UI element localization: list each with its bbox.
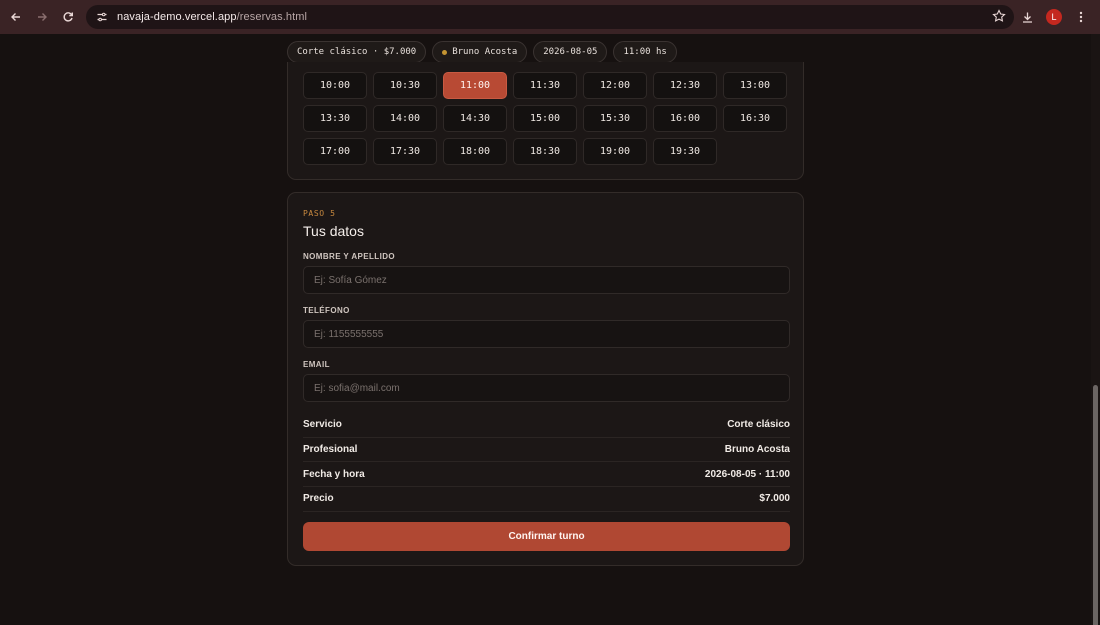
download-icon[interactable] — [1014, 4, 1040, 30]
page-scrollbar[interactable] — [1091, 34, 1100, 625]
forward-icon[interactable] — [29, 4, 55, 30]
name-label: NOMBRE Y APELLIDO — [303, 252, 395, 261]
time-slot[interactable]: 12:00 — [583, 72, 647, 99]
booking-summary: Servicio Corte clásico Profesional Bruno… — [303, 413, 790, 512]
time-slot[interactable]: 13:00 — [723, 72, 787, 99]
address-bar[interactable]: navaja-demo.vercel.app/reservas.html — [86, 5, 1014, 29]
time-slot-card: 10:00 10:30 11:00 11:30 12:00 12:30 13:00 13:30… — [287, 62, 804, 180]
service-chip: Corte clásico · $7.000 — [287, 41, 427, 63]
time-slot[interactable]: 15:00 — [513, 105, 577, 132]
summary-label: Precio — [303, 493, 334, 505]
time-slot[interactable]: 15:30 — [583, 105, 647, 132]
time-slot[interactable]: 10:30 — [373, 72, 437, 99]
summary-label: Fecha y hora — [303, 468, 365, 480]
time-slot[interactable]: 17:00 — [303, 138, 367, 165]
card-title: Tus datos — [303, 223, 364, 239]
summary-value: Corte clásico — [727, 419, 790, 431]
time-chip: 11:00 hs — [613, 41, 677, 63]
url-path: /reservas.html — [236, 11, 308, 23]
step-label: PASO 5 — [303, 209, 336, 218]
time-slot[interactable]: 19:30 — [653, 138, 717, 165]
site-settings-icon[interactable] — [90, 11, 114, 23]
browser-toolbar: navaja-demo.vercel.app/reservas.html L — [0, 0, 1100, 34]
scrollbar-thumb[interactable] — [1093, 385, 1098, 625]
summary-value: Bruno Acosta — [724, 444, 790, 456]
summary-row-datetime: Fecha y hora 2026-08-05 · 11:00 — [303, 462, 790, 488]
url-host: navaja-demo.vercel.app — [117, 11, 237, 23]
time-slot[interactable]: 11:30 — [513, 72, 577, 99]
barber-chip-label: Bruno Acosta — [452, 47, 518, 57]
time-slot[interactable]: 17:30 — [373, 138, 437, 165]
name-input[interactable] — [303, 266, 790, 294]
time-slot-grid: 10:00 10:30 11:00 11:30 12:00 12:30 13:00 13:30… — [303, 72, 787, 165]
time-slot[interactable]: 18:00 — [443, 138, 507, 165]
reload-icon[interactable] — [55, 4, 81, 30]
phone-input[interactable] — [303, 320, 790, 348]
customer-data-card: PASO 5 Tus datos NOMBRE Y APELLIDO TELÉF… — [287, 192, 804, 566]
time-slot[interactable]: 16:00 — [653, 105, 717, 132]
time-slot-selected[interactable]: 11:00 — [443, 72, 507, 99]
date-chip: 2026-08-05 — [533, 41, 608, 63]
status-dot-icon — [442, 49, 448, 55]
menu-dots-icon[interactable] — [1068, 4, 1094, 30]
back-icon[interactable] — [3, 4, 29, 30]
service-chip-label: Corte clásico · $7.000 — [297, 47, 417, 57]
profile-avatar[interactable]: L — [1046, 9, 1062, 25]
summary-label: Servicio — [303, 419, 342, 431]
time-slot[interactable]: 19:00 — [583, 138, 647, 165]
time-chip-label: 11:00 hs — [623, 47, 667, 57]
summary-row-professional: Profesional Bruno Acosta — [303, 438, 790, 463]
email-label: EMAIL — [303, 360, 330, 369]
summary-label: Profesional — [303, 444, 358, 456]
booking-summary-chips: Corte clásico · $7.000 Bruno Acosta 2026… — [287, 41, 677, 63]
summary-value: $7.000 — [759, 493, 790, 505]
summary-row-service: Servicio Corte clásico — [303, 413, 790, 438]
time-slot[interactable]: 18:30 — [513, 138, 577, 165]
time-slot[interactable]: 14:00 — [373, 105, 437, 132]
bookmark-star-icon[interactable] — [992, 9, 1006, 28]
date-chip-label: 2026-08-05 — [543, 47, 598, 57]
time-slot[interactable]: 16:30 — [723, 105, 787, 132]
time-slot[interactable]: 12:30 — [653, 72, 717, 99]
confirm-button[interactable]: Confirmar turno — [303, 522, 790, 551]
summary-row-price: Precio $7.000 — [303, 487, 790, 512]
time-slot[interactable]: 13:30 — [303, 105, 367, 132]
barber-chip: Bruno Acosta — [432, 41, 528, 63]
time-slot[interactable]: 14:30 — [443, 105, 507, 132]
summary-value: 2026-08-05 · 11:00 — [704, 468, 790, 480]
url-text: navaja-demo.vercel.app/reservas.html — [117, 11, 307, 23]
email-input[interactable] — [303, 374, 790, 402]
phone-label: TELÉFONO — [303, 306, 350, 315]
time-slot[interactable]: 10:00 — [303, 72, 367, 99]
